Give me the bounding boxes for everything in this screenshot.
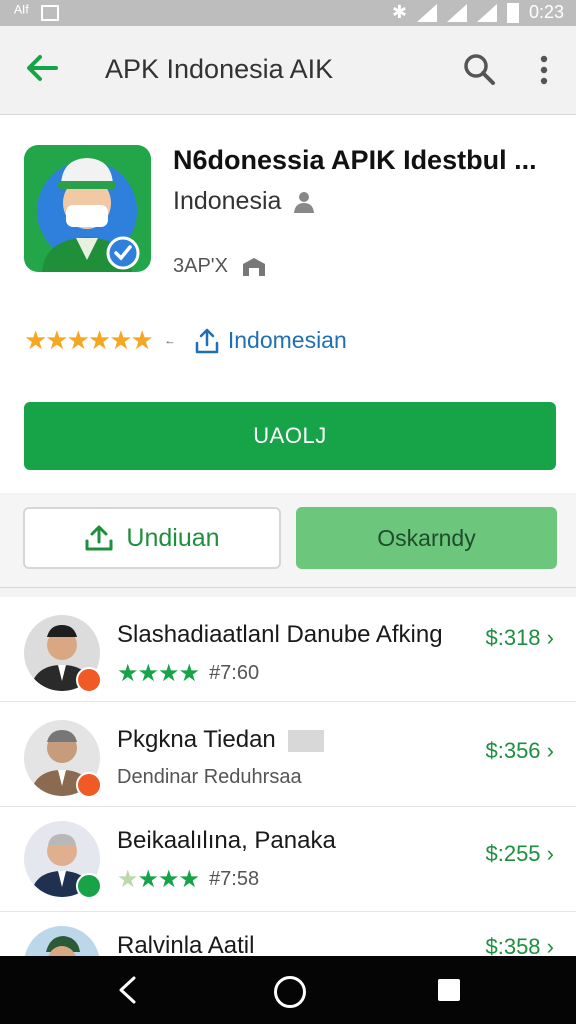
app-name-more: ...	[514, 145, 537, 175]
list-item-price-text: $:318	[485, 625, 541, 650]
rating-stars: ★★★★★★	[24, 325, 154, 355]
list-item-name: Beikaalılına, Panaka	[117, 827, 336, 854]
chevron-right-icon: ›	[546, 625, 554, 650]
status-badge	[76, 873, 102, 899]
nav-recents-icon[interactable]	[438, 979, 460, 1001]
status-time: 0:23	[528, 2, 564, 22]
placeholder-chip	[287, 729, 324, 752]
list-item-name-text: Pkgkna Tiedan	[117, 726, 276, 753]
list-item[interactable]: Beikaalılına, Panaka ★★★★ #7:58 $:255 ›	[0, 807, 576, 912]
avatar	[24, 926, 100, 957]
chevron-right-icon: ›	[546, 841, 554, 866]
wifi-icon	[416, 3, 437, 22]
outline-action-button[interactable]: Undiuan	[23, 507, 281, 569]
status-badge	[76, 772, 102, 798]
list-item-price: $:356 ›	[485, 738, 554, 764]
status-bar: ᴬᴵᶠ ✱ 0:23	[0, 0, 576, 26]
secondary-actions: Undiuan Oskarndy	[0, 495, 576, 588]
related-list: Slashadiaatlanl Danube Afking ★★★★ #7:60…	[0, 597, 576, 957]
app-name: N6donessia APIK Idestbul ...	[173, 145, 537, 176]
filled-action-button[interactable]: Oskarndy	[296, 507, 557, 569]
list-item-sub: ★★★★ #7:58	[117, 865, 259, 894]
rating-mark: ·̶	[165, 333, 170, 348]
developer-name: Indonesia	[173, 187, 282, 215]
status-right: ✱ 0:23	[392, 2, 564, 23]
meta-text: 3AP'X	[173, 255, 228, 277]
list-item-price: $:318 ›	[485, 625, 554, 651]
status-left: ᴬᴵᶠ	[14, 2, 60, 23]
install-button[interactable]: UAOLJ	[24, 402, 556, 470]
outline-action-label: Undiuan	[126, 523, 220, 552]
signal-icon	[446, 3, 467, 22]
nav-back-icon[interactable]	[112, 974, 144, 1006]
faded-star: ★	[117, 866, 138, 893]
app-bar: APK Indonesia AIK	[0, 26, 576, 115]
list-item-sub: ★★★★ #7:60	[117, 659, 259, 688]
app-name-text: N6donessia APIK Idestbul	[173, 145, 507, 175]
list-item-meta: #7:58	[209, 868, 260, 890]
person-icon	[294, 191, 315, 213]
chevron-right-icon: ›	[546, 738, 554, 763]
list-item-price-text: $:356	[485, 738, 541, 763]
list-item-price: $:358 ›	[485, 934, 554, 957]
list-item-name: Ralvinla Aatil	[117, 932, 255, 957]
bluetooth-icon: ✱	[391, 2, 407, 22]
language-link[interactable]: Indomesian	[194, 327, 347, 355]
image-notification-icon	[41, 4, 60, 21]
list-item-stars: ★★★★	[117, 660, 200, 687]
content-rating-icon	[242, 257, 265, 276]
rating-row: ★★★★★★ ·̶ Indomesian	[24, 325, 347, 356]
chevron-right-icon: ›	[546, 934, 554, 957]
list-item-price-text: $:255	[485, 841, 541, 866]
developer-row[interactable]: Indonesia	[173, 187, 317, 216]
app-icon	[24, 145, 151, 272]
list-item-meta: #7:60	[209, 662, 260, 684]
list-item[interactable]: Pkgkna Tiedan Dendinar Reduhrsaa $:356 ›	[0, 702, 576, 807]
list-item[interactable]: Ralvinla Aatil $:358 ›	[0, 912, 576, 957]
green-stars: ★★★	[137, 866, 201, 893]
share-icon	[195, 328, 219, 353]
system-nav-bar	[0, 956, 576, 1024]
status-text: ᴬᴵᶠ	[14, 2, 30, 22]
language-text: Indomesian	[227, 327, 347, 353]
list-item-price: $:255 ›	[485, 841, 554, 867]
arrow-left-icon[interactable]	[22, 48, 62, 88]
app-header: N6donessia APIK Idestbul ... Indonesia 3…	[0, 115, 576, 493]
list-item-price-text: $:358	[485, 934, 541, 957]
list-item-name: Slashadiaatlanl Danube Afking	[117, 621, 443, 648]
status-badge	[76, 667, 102, 693]
app-bar-title: APK Indonesia AIK	[105, 54, 334, 84]
more-vert-icon[interactable]	[528, 50, 560, 90]
nav-home-icon[interactable]	[274, 976, 306, 1008]
upload-icon	[85, 525, 113, 551]
list-item-stars: ★★★★	[117, 865, 201, 894]
search-icon[interactable]	[460, 50, 500, 90]
list-item-name: Pkgkna Tiedan	[117, 726, 324, 754]
battery-icon	[506, 2, 519, 23]
signal-icon-2	[476, 3, 497, 22]
list-item[interactable]: Slashadiaatlanl Danube Afking ★★★★ #7:60…	[0, 597, 576, 702]
meta-row: 3AP'X	[173, 255, 268, 278]
list-item-sub: Dendinar Reduhrsaa	[117, 766, 302, 788]
